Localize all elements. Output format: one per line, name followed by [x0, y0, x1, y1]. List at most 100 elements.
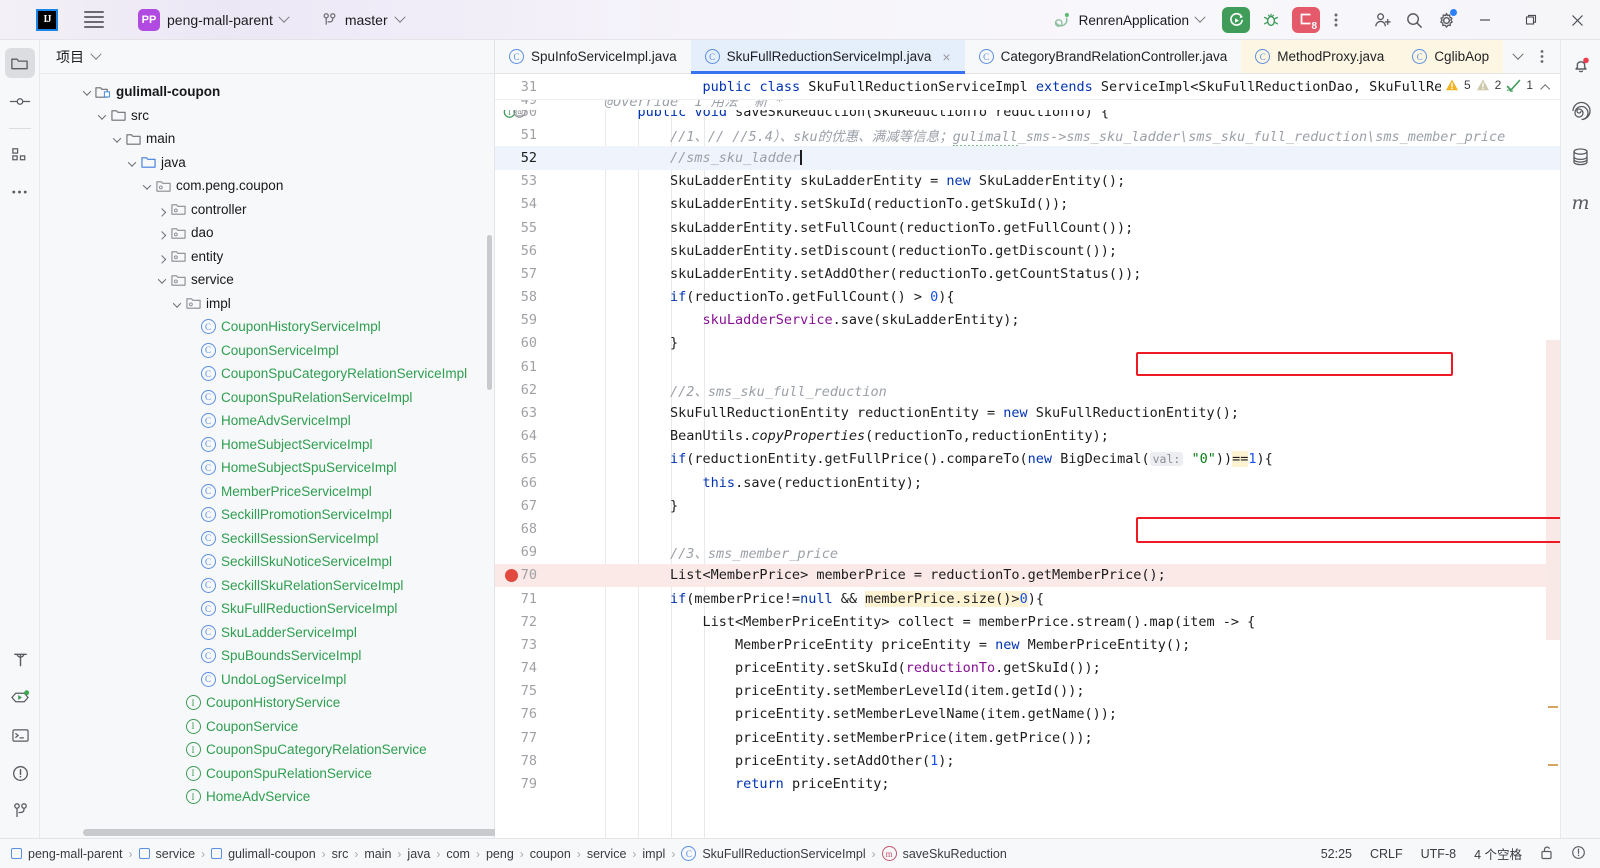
close-window-button[interactable] [1554, 0, 1600, 40]
code-line[interactable]: 60 } [495, 332, 1560, 355]
code-line[interactable]: 63 SkuFullReductionEntity reductionEntit… [495, 401, 1560, 424]
caret-position-label[interactable]: 52:25 [1321, 847, 1352, 861]
code-line[interactable]: 79 return priceEntity; [495, 772, 1560, 795]
code-line[interactable]: 68 [495, 517, 1560, 540]
line-gutter[interactable] [505, 568, 605, 582]
code-line[interactable]: 51 //1、// //5.4）、sku的优惠、满减等信息；gulimall_s… [495, 123, 1560, 147]
breadcrumb-item-skufullreductionserviceimpl[interactable]: C SkuFullReductionServiceImpl [678, 846, 868, 861]
search-everywhere-button[interactable] [1398, 4, 1430, 36]
code-line[interactable]: 70 List<MemberPrice> memberPrice = reduc… [495, 563, 1560, 587]
sidebar-item-problems[interactable] [5, 758, 35, 788]
breadcrumb-item-src[interactable]: src [329, 847, 352, 861]
sidebar-item-notifications[interactable] [1566, 50, 1596, 80]
tree-node-couponhistoryservice[interactable]: I CouponHistoryService [40, 691, 494, 715]
breadcrumb-item-java[interactable]: java [404, 847, 433, 861]
code-line[interactable]: 62 //2、sms_sku_full_reduction [495, 378, 1560, 401]
branch-selector[interactable]: master [316, 9, 410, 31]
chevron-right-icon[interactable] [155, 225, 169, 240]
debug-button[interactable] [1258, 7, 1284, 33]
tree-node-com-peng-coupon[interactable]: com.peng.coupon [40, 174, 494, 198]
code-line[interactable]: 74 priceEntity.setSkuId(reductionTo.getS… [495, 657, 1560, 680]
more-vertical-icon[interactable] [1532, 49, 1552, 64]
code-line[interactable]: 59 skuLadderService.save(skuLadderEntity… [495, 309, 1560, 332]
tree-node-skufullreductionserviceimpl[interactable]: C SkuFullReductionServiceImpl [40, 597, 494, 621]
project-selector[interactable]: PP peng-mall-parent [132, 6, 294, 34]
code-with-me-button[interactable] [1366, 4, 1398, 36]
sidebar-item-more[interactable] [5, 177, 35, 207]
editor-tab-spuinfoserviceimpl[interactable]: C SpuInfoServiceImpl.java [495, 40, 691, 73]
code-line[interactable]: 64 BeanUtils.copyProperties(reductionTo,… [495, 425, 1560, 448]
tree-node-spuboundsserviceimpl[interactable]: C SpuBoundsServiceImpl [40, 644, 494, 668]
tree-node-service[interactable]: service [40, 268, 494, 292]
tree-node-memberpriceserviceimpl[interactable]: C MemberPriceServiceImpl [40, 480, 494, 504]
breadcrumb-item-peng-mall-parent[interactable]: peng-mall-parent [8, 847, 126, 861]
breadcrumb-item-service[interactable]: service [136, 847, 199, 861]
maximize-window-button[interactable] [1508, 0, 1554, 40]
indent-label[interactable]: 4 个空格 [1474, 844, 1522, 863]
sidebar-item-commit[interactable] [5, 86, 35, 116]
sidebar-item-version-control[interactable] [5, 796, 35, 826]
line-separator-label[interactable]: CRLF [1370, 847, 1403, 861]
code-line[interactable]: 71 if(memberPrice!=null && memberPrice.s… [495, 587, 1560, 610]
run-with-coverage-button[interactable] [1222, 7, 1250, 33]
chevron-right-icon[interactable] [155, 249, 169, 264]
editor-marker-strip[interactable] [1546, 100, 1560, 838]
run-configuration-selector[interactable]: RenrenApplication [1045, 7, 1212, 34]
code-line[interactable]: 56 skuLadderEntity.setDiscount(reduction… [495, 239, 1560, 262]
sidebar-item-spring[interactable] [1566, 96, 1596, 126]
scrollbar-thumb[interactable] [1546, 340, 1560, 640]
code-line[interactable]: 53 SkuLadderEntity skuLadderEntity = new… [495, 170, 1560, 193]
code-line[interactable]: 57 skuLadderEntity.setAddOther(reduction… [495, 262, 1560, 285]
code-editor[interactable]: 31 public class SkuFullReductionServiceI… [495, 74, 1560, 838]
tree-node-homeadvservice[interactable]: I HomeAdvService [40, 785, 494, 809]
encoding-label[interactable]: UTF-8 [1421, 847, 1456, 861]
minimize-window-button[interactable] [1462, 0, 1508, 40]
tree-node-couponhistoryserviceimpl[interactable]: C CouponHistoryServiceImpl [40, 315, 494, 339]
main-menu-icon[interactable] [84, 11, 104, 28]
inspection-widget[interactable]: 5 2 1 [1440, 76, 1556, 94]
sidebar-item-terminal[interactable] [5, 720, 35, 750]
sidebar-item-project[interactable] [4, 48, 35, 78]
tree-node-undologserviceimpl[interactable]: C UndoLogServiceImpl [40, 668, 494, 692]
close-tab-icon[interactable]: × [942, 49, 950, 65]
tree-node-skuladderserviceimpl[interactable]: C SkuLadderServiceImpl [40, 621, 494, 645]
breadcrumb-item-impl[interactable]: impl [639, 847, 668, 861]
chevron-down-icon[interactable] [170, 296, 184, 311]
tree-node-src[interactable]: src [40, 104, 494, 128]
sidebar-item-maven[interactable]: m [1566, 188, 1596, 218]
tree-node-couponserviceimpl[interactable]: C CouponServiceImpl [40, 339, 494, 363]
project-tree-horizontal-scrollbar[interactable] [83, 829, 498, 836]
tree-node-couponspurelationservice[interactable]: I CouponSpuRelationService [40, 762, 494, 786]
settings-button[interactable] [1430, 4, 1462, 36]
tree-node-java[interactable]: java [40, 151, 494, 175]
inspections-widget-button[interactable] [1571, 845, 1586, 863]
chevron-down-icon[interactable] [90, 48, 102, 60]
project-tree[interactable]: gulimall-coupon src main java com.peng.coupo… [40, 74, 494, 838]
tree-node-dao[interactable]: dao [40, 221, 494, 245]
tree-node-gulimall-coupon[interactable]: gulimall-coupon [40, 80, 494, 104]
sidebar-item-run-dashboard[interactable] [5, 682, 35, 712]
project-tree-vertical-scrollbar[interactable] [487, 235, 492, 390]
sidebar-item-build[interactable] [5, 644, 35, 674]
tree-node-seckillskunoticeserviceimpl[interactable]: C SeckillSkuNoticeServiceImpl [40, 550, 494, 574]
code-line[interactable]: 73 MemberPriceEntity priceEntity = new M… [495, 633, 1560, 656]
chevron-down-icon[interactable] [95, 108, 109, 123]
tree-node-couponservice[interactable]: I CouponService [40, 715, 494, 739]
code-line[interactable]: 72 List<MemberPriceEntity> collect = mem… [495, 610, 1560, 633]
tree-node-homesubjectserviceimpl[interactable]: C HomeSubjectServiceImpl [40, 433, 494, 457]
tree-node-entity[interactable]: entity [40, 245, 494, 269]
code-line[interactable]: 66 this.save(reductionEntity); [495, 471, 1560, 494]
tree-node-homesubjectspuserviceimpl[interactable]: C HomeSubjectSpuServiceImpl [40, 456, 494, 480]
editor-tab-categorybrandrelationcontroller[interactable]: C CategoryBrandRelationController.java [965, 40, 1242, 73]
code-line[interactable]: 76 priceEntity.setMemberLevelName(item.g… [495, 703, 1560, 726]
breadcrumb-item-gulimall-coupon[interactable]: gulimall-coupon [208, 847, 319, 861]
sidebar-item-database[interactable] [1566, 142, 1596, 172]
chevron-right-icon[interactable] [155, 202, 169, 217]
code-line[interactable]: 78 priceEntity.setAddOther(1); [495, 749, 1560, 772]
editor-tab-cglibaop[interactable]: C CglibAop [1398, 40, 1504, 73]
code-lines[interactable]: 50 I @ public void saveSkuReduction(SkuRed… [495, 100, 1560, 838]
code-line[interactable]: 55 skuLadderEntity.setFullCount(reductio… [495, 216, 1560, 239]
project-panel-header[interactable]: 项目 [40, 40, 494, 74]
tree-node-seckillsessionserviceimpl[interactable]: C SeckillSessionServiceImpl [40, 527, 494, 551]
tree-node-couponspurelationserviceimpl[interactable]: C CouponSpuRelationServiceImpl [40, 386, 494, 410]
